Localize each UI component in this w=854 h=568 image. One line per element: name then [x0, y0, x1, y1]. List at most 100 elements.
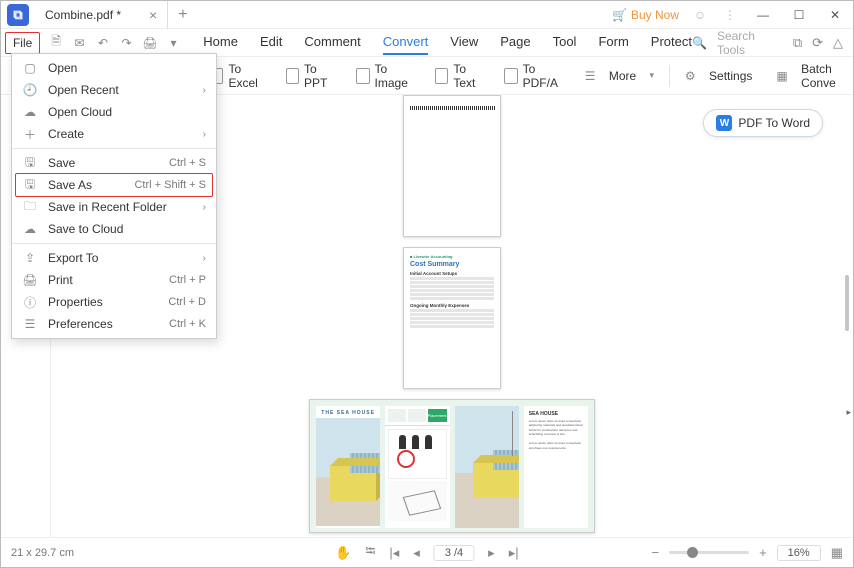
tab-view[interactable]: View: [450, 30, 478, 55]
page-thumbnail-3[interactable]: THE SEA HOUSE Placement SEA HOUSE Lorem …: [309, 399, 595, 533]
thumb2-logo: ■ Livewire Accounting: [410, 254, 494, 259]
batch-icon: ▦: [776, 69, 787, 83]
last-page-icon[interactable]: ▸|: [509, 545, 519, 561]
document-tab[interactable]: Combine.pdf * ×: [35, 1, 168, 29]
zoom-in-icon[interactable]: +: [759, 545, 767, 560]
cloud-icon: ☁: [22, 104, 38, 120]
open-external-icon[interactable]: ⧉: [793, 35, 802, 51]
file-menu-dropdown: ▢Open 🕘Open Recent› ☁Open Cloud ＋Create›…: [11, 53, 217, 339]
menu-create[interactable]: ＋Create›: [12, 123, 216, 145]
thumb2-section1: Initial Account Setups: [410, 271, 494, 276]
separator: [669, 65, 670, 87]
menu-open-cloud[interactable]: ☁Open Cloud: [12, 101, 216, 123]
panel-sea-house: THE SEA HOUSE: [316, 406, 380, 528]
buy-now-link[interactable]: 🛒 Buy Now: [612, 8, 679, 22]
menu-save[interactable]: 🖫SaveCtrl + S: [12, 152, 216, 174]
print-quick-icon[interactable]: 🖨: [138, 31, 162, 55]
select-tool-icon[interactable]: ⭾: [366, 542, 376, 564]
pdf-to-word-button[interactable]: W PDF To Word: [703, 109, 823, 137]
menu-open[interactable]: ▢Open: [12, 57, 216, 79]
menu-export-to[interactable]: ⇪Export To›: [12, 247, 216, 269]
to-pdfa-button[interactable]: To PDF/A: [499, 59, 570, 93]
to-text-button[interactable]: To Text: [430, 59, 489, 93]
close-button[interactable]: ✕: [823, 5, 847, 25]
save-icon: 🖫: [22, 155, 38, 171]
fit-page-icon[interactable]: ▦: [831, 545, 843, 561]
menu-divider: [12, 243, 216, 244]
cloud-sync-icon[interactable]: ⟳: [812, 35, 823, 51]
user-icon[interactable]: ☺: [691, 6, 709, 24]
menu-save-recent-folder[interactable]: 🗀Save in Recent Folder›: [12, 196, 216, 218]
page-thumbnail-1[interactable]: [403, 95, 501, 237]
ppt-icon: [286, 68, 299, 84]
menu-divider: [12, 148, 216, 149]
thumb2-title: Cost Summary: [410, 261, 494, 268]
page-number-input[interactable]: 3 /4: [434, 545, 474, 561]
hand-tool-icon[interactable]: ✋: [335, 545, 351, 561]
save-quick-icon[interactable]: 🗎: [44, 31, 68, 55]
menu-save-cloud[interactable]: ☁Save to Cloud: [12, 218, 216, 240]
recent-icon: 🕘: [22, 82, 38, 98]
redo-icon[interactable]: ↷: [115, 31, 139, 55]
scrollbar-thumb[interactable]: [845, 275, 849, 331]
tab-tool[interactable]: Tool: [553, 30, 577, 55]
zoom-slider[interactable]: [669, 551, 749, 554]
tab-page[interactable]: Page: [500, 30, 530, 55]
file-menu-button[interactable]: File: [5, 32, 40, 54]
tab-home[interactable]: Home: [203, 30, 238, 55]
sea-house-title: THE SEA HOUSE: [316, 406, 380, 418]
thumb2-section2: Ongoing Monthly Expenses: [410, 303, 494, 308]
image-icon: [356, 68, 369, 84]
status-bar: 21 x 29.7 cm ✋ ⭾ |◂ ◂ 3 /4 ▸ ▸| − + 16% …: [1, 537, 853, 567]
close-tab-icon[interactable]: ×: [149, 7, 157, 23]
folder-icon: 🗀: [22, 199, 38, 215]
settings-button[interactable]: ⚙ Settings: [680, 66, 757, 86]
zoom-level[interactable]: 16%: [777, 545, 821, 561]
tab-comment[interactable]: Comment: [304, 30, 360, 55]
first-page-icon[interactable]: |◂: [389, 545, 399, 561]
dropdown-quick-icon[interactable]: ▾: [162, 31, 186, 55]
prev-page-icon[interactable]: ◂: [413, 545, 420, 561]
mail-quick-icon[interactable]: ✉: [68, 31, 92, 55]
export-icon: ⇪: [22, 250, 38, 266]
gear-icon: ⚙: [685, 69, 696, 83]
menu-open-recent[interactable]: 🕘Open Recent›: [12, 79, 216, 101]
barcode-graphic: [410, 106, 496, 110]
panel-render: [455, 406, 519, 528]
print-icon: 🖨: [22, 272, 38, 288]
tab-form[interactable]: Form: [598, 30, 628, 55]
undo-icon[interactable]: ↶: [91, 31, 115, 55]
to-ppt-button[interactable]: To PPT: [281, 59, 342, 93]
text-icon: [435, 68, 448, 84]
preferences-icon: ☰: [22, 316, 38, 332]
page-dimensions: 21 x 29.7 cm: [11, 547, 74, 559]
more-icon[interactable]: ⋮: [721, 6, 739, 24]
to-image-button[interactable]: To Image: [351, 59, 420, 93]
batch-convert-button[interactable]: ▦ Batch Conve: [771, 59, 843, 93]
add-tab-button[interactable]: +: [168, 6, 197, 24]
panel-diagram: Placement: [385, 406, 449, 528]
menu-preferences[interactable]: ☰PreferencesCtrl + K: [12, 313, 216, 335]
more-button[interactable]: ☰ More ▾: [580, 66, 659, 86]
tab-edit[interactable]: Edit: [260, 30, 282, 55]
maximize-button[interactable]: ☐: [787, 5, 811, 25]
tab-protect[interactable]: Protect: [651, 30, 692, 55]
menu-save-as[interactable]: 🖫Save AsCtrl + Shift + S: [12, 174, 216, 196]
page-thumbnails: ■ Livewire Accounting Cost Summary Initi…: [309, 95, 595, 533]
chevron-right-icon: ›: [203, 129, 206, 140]
menu-properties[interactable]: ⓘPropertiesCtrl + D: [12, 291, 216, 313]
collapse-ribbon-icon[interactable]: △: [833, 35, 843, 51]
title-bar: ⧉ Combine.pdf * × + 🛒 Buy Now ☺ ⋮ — ☐ ✕: [1, 1, 853, 29]
page-thumbnail-2[interactable]: ■ Livewire Accounting Cost Summary Initi…: [403, 247, 501, 389]
chevron-right-icon: ›: [203, 85, 206, 96]
zoom-out-icon[interactable]: −: [651, 545, 659, 560]
scroll-arrow-icon[interactable]: ▸: [846, 407, 851, 418]
more-lines-icon: ☰: [585, 69, 596, 83]
menu-print[interactable]: 🖨PrintCtrl + P: [12, 269, 216, 291]
minimize-button[interactable]: —: [751, 5, 775, 25]
zoom-slider-thumb[interactable]: [687, 547, 698, 558]
next-page-icon[interactable]: ▸: [488, 545, 495, 561]
tab-convert[interactable]: Convert: [383, 30, 429, 55]
search-tools-input[interactable]: Search Tools: [717, 29, 783, 57]
chevron-right-icon: ›: [203, 253, 206, 264]
